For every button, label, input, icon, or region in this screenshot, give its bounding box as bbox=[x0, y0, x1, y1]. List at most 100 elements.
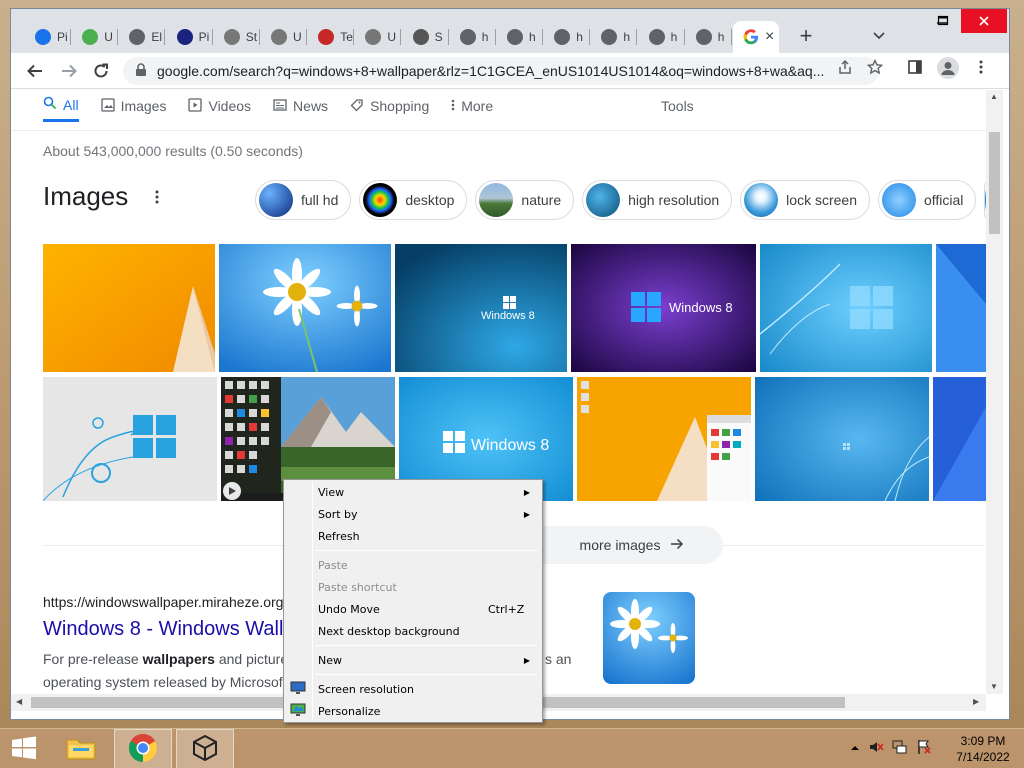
forward-button[interactable] bbox=[57, 59, 81, 83]
chip-nature[interactable]: nature bbox=[475, 180, 575, 220]
more-icon bbox=[451, 98, 455, 115]
browser-tab[interactable]: Te bbox=[308, 21, 355, 53]
images-options-icon[interactable] bbox=[151, 188, 163, 206]
image-result[interactable] bbox=[43, 377, 217, 501]
result-url[interactable]: https://windowswallpaper.miraheze.org bbox=[43, 594, 283, 610]
show-hidden-icons-chevron-icon[interactable] bbox=[850, 741, 860, 756]
tab-news[interactable]: News bbox=[273, 90, 328, 122]
taskbar: 3:09 PM 7/14/2022 bbox=[0, 728, 1024, 768]
image-result[interactable] bbox=[755, 377, 929, 501]
results-count: About 543,000,000 results (0.50 seconds) bbox=[43, 143, 303, 159]
close-button[interactable] bbox=[961, 9, 1007, 33]
tab-active-google[interactable]: × bbox=[733, 21, 779, 53]
maximize-button[interactable] bbox=[922, 9, 964, 33]
image-result[interactable] bbox=[933, 377, 986, 501]
menu-item-new[interactable]: New ▶ bbox=[286, 649, 540, 671]
browser-tab[interactable]: U bbox=[355, 21, 402, 53]
browser-tab[interactable]: h bbox=[639, 21, 685, 53]
image-result[interactable] bbox=[577, 377, 751, 501]
gear-icon bbox=[412, 29, 429, 45]
browser-tab[interactable]: h bbox=[497, 21, 543, 53]
action-center-flag-icon[interactable] bbox=[916, 739, 932, 758]
browser-tab[interactable]: h bbox=[544, 21, 591, 53]
browser-tab[interactable]: h bbox=[450, 21, 496, 53]
menu-item-paste-shortcut[interactable]: Paste shortcut bbox=[286, 576, 540, 598]
result-thumbnail[interactable] bbox=[603, 592, 695, 684]
tools-button[interactable]: Tools bbox=[661, 98, 694, 114]
volume-muted-icon[interactable] bbox=[868, 739, 884, 758]
browser-tab[interactable]: h bbox=[686, 21, 732, 53]
taskbar-unity[interactable] bbox=[176, 729, 234, 768]
scroll-right-icon[interactable]: ▶ bbox=[973, 697, 979, 706]
submenu-arrow-icon: ▶ bbox=[523, 655, 530, 665]
menu-item-sort-by[interactable]: Sort by ▶ bbox=[286, 503, 540, 525]
tab-separator bbox=[353, 29, 355, 45]
chip-official[interactable]: official bbox=[877, 180, 977, 220]
tab-videos[interactable]: Videos bbox=[188, 90, 251, 122]
globe-icon bbox=[507, 29, 523, 45]
result-title-link[interactable]: Windows 8 - Windows Wall bbox=[43, 618, 283, 641]
browser-tab[interactable]: El bbox=[119, 21, 166, 53]
vertical-scrollbar[interactable]: ▲ ▼ bbox=[986, 90, 1003, 694]
browser-tab[interactable]: Pi bbox=[167, 21, 213, 53]
tab-separator bbox=[589, 29, 591, 45]
side-panel-icon[interactable] bbox=[907, 59, 923, 75]
tab-title: El bbox=[151, 30, 163, 44]
browser-tab[interactable]: h bbox=[591, 21, 638, 53]
tab-shopping[interactable]: Shopping bbox=[350, 90, 429, 122]
scroll-up-icon[interactable]: ▲ bbox=[990, 92, 998, 101]
news-icon bbox=[273, 98, 287, 115]
menu-item-refresh[interactable]: Refresh bbox=[286, 525, 540, 547]
tab-separator bbox=[258, 29, 260, 45]
browser-tab[interactable]: St bbox=[214, 21, 260, 53]
browser-tab[interactable]: S bbox=[403, 21, 449, 53]
image-result[interactable] bbox=[219, 244, 391, 372]
menu-item-view[interactable]: View ▶ bbox=[286, 481, 540, 503]
back-button[interactable] bbox=[23, 59, 47, 83]
image-result[interactable] bbox=[936, 244, 986, 372]
image-result[interactable]: Windows 8 bbox=[395, 244, 567, 372]
tab-all[interactable]: All bbox=[43, 90, 79, 122]
browser-tab[interactable]: U bbox=[261, 21, 307, 53]
profile-avatar-icon[interactable] bbox=[937, 57, 959, 79]
tab-close-icon[interactable]: × bbox=[765, 28, 779, 46]
start-button[interactable] bbox=[0, 729, 48, 768]
taskbar-file-explorer[interactable] bbox=[56, 729, 106, 768]
browser-tab[interactable]: U bbox=[72, 21, 119, 53]
menu-item-next-desktop-background[interactable]: Next desktop background bbox=[286, 620, 540, 642]
menu-item-undo-move[interactable]: Undo Move Ctrl+Z bbox=[286, 598, 540, 620]
image-result[interactable] bbox=[760, 244, 932, 372]
share-icon[interactable] bbox=[837, 59, 853, 75]
kebab-menu-icon[interactable] bbox=[973, 59, 989, 75]
lock-icon bbox=[135, 62, 147, 80]
reload-button[interactable] bbox=[89, 59, 113, 83]
globe-icon bbox=[129, 29, 146, 45]
tab-search-chevron-icon[interactable] bbox=[871, 27, 887, 43]
tab-more[interactable]: More bbox=[451, 90, 493, 122]
chip-lock-screen[interactable]: lock screen bbox=[740, 180, 870, 220]
chip-high-resolution[interactable]: high resolution bbox=[582, 180, 733, 220]
address-bar[interactable]: google.com/search?q=windows+8+wallpaper&… bbox=[123, 57, 879, 85]
bookmark-star-icon[interactable] bbox=[866, 58, 884, 75]
tab-separator bbox=[494, 29, 496, 45]
menu-item-screen-resolution[interactable]: Screen resolution bbox=[286, 678, 540, 700]
tab-separator bbox=[542, 29, 543, 45]
tab-title: U bbox=[387, 30, 397, 44]
scrollbar-thumb[interactable] bbox=[989, 132, 1000, 234]
image-result[interactable]: Windows 8 bbox=[571, 244, 756, 372]
tab-separator bbox=[730, 29, 732, 45]
new-tab-button[interactable]: + bbox=[793, 23, 819, 49]
scroll-left-icon[interactable]: ◀ bbox=[16, 697, 22, 706]
image-result[interactable] bbox=[43, 244, 215, 372]
taskbar-chrome[interactable] bbox=[114, 729, 172, 768]
tab-title: h bbox=[623, 30, 631, 44]
taskbar-clock[interactable]: 3:09 PM 7/14/2022 bbox=[950, 733, 1016, 765]
menu-item-personalize[interactable]: Personalize bbox=[286, 700, 540, 722]
menu-item-paste[interactable]: Paste bbox=[286, 554, 540, 576]
tab-images[interactable]: Images bbox=[100, 90, 166, 122]
chip-full-hd[interactable]: full hd bbox=[255, 180, 352, 220]
network-icon[interactable] bbox=[892, 739, 908, 758]
chip-desktop[interactable]: desktop bbox=[359, 180, 468, 220]
scroll-down-icon[interactable]: ▼ bbox=[990, 682, 998, 691]
browser-tab[interactable]: Pi bbox=[25, 21, 71, 53]
